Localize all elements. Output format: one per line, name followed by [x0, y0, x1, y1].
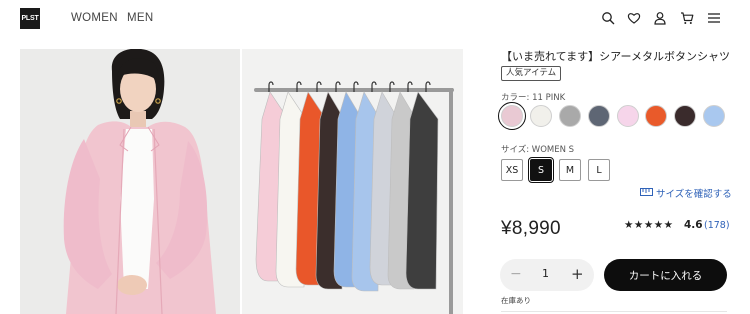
quantity-plus-button[interactable]: + — [571, 265, 584, 283]
nav-men[interactable]: MEN — [127, 12, 153, 24]
rating-value: 4.6 — [684, 219, 703, 231]
product-title: 【いま売れてます】シアーメタルボタンシャツ — [501, 50, 731, 63]
add-to-cart-button[interactable]: カートに入れる — [604, 259, 727, 291]
product-page: PLST WOMEN MEN 【いま売れてます】シアーメタルボタンシャツ 人気ア… — [0, 0, 750, 314]
divider — [501, 311, 727, 312]
user-icon[interactable] — [653, 11, 667, 25]
stock-status: 在庫あり — [501, 296, 531, 305]
popular-badge: 人気アイテム — [501, 66, 562, 81]
shirt-rack-photo[interactable] — [242, 49, 463, 314]
size-guide-link[interactable]: サイズを確認する — [640, 186, 732, 200]
site-logo[interactable]: PLST — [20, 8, 40, 29]
price: ¥8,990 — [501, 218, 561, 239]
color-swatch-7[interactable] — [674, 105, 696, 127]
color-label: カラー: 11 PINK — [501, 93, 566, 103]
quantity-minus-button[interactable]: − — [510, 266, 522, 282]
ruler-icon — [640, 187, 653, 199]
size-s-button[interactable]: S — [528, 157, 554, 183]
menu-icon[interactable] — [707, 11, 721, 25]
star-rating-icon: ★★★★★ — [624, 219, 674, 231]
size-l-button[interactable]: L — [588, 159, 610, 181]
cart-icon[interactable] — [680, 11, 694, 25]
size-xs-button[interactable]: XS — [501, 159, 523, 181]
color-swatch-1[interactable] — [498, 102, 526, 130]
size-m-button[interactable]: M — [559, 159, 581, 181]
color-swatch-2[interactable] — [530, 105, 552, 127]
color-swatch-6[interactable] — [645, 105, 667, 127]
search-icon[interactable] — [601, 11, 615, 25]
review-count-link[interactable]: (178) — [704, 220, 730, 231]
model-photo[interactable] — [20, 49, 240, 314]
quantity-stepper: − 1 + — [500, 259, 594, 291]
quantity-value[interactable]: 1 — [542, 267, 549, 280]
color-swatch-4[interactable] — [588, 105, 610, 127]
color-swatch-3[interactable] — [559, 105, 581, 127]
size-label: サイズ: WOMEN S — [501, 145, 575, 155]
size-guide-label: サイズを確認する — [656, 189, 732, 200]
site-header: PLST WOMEN MEN — [0, 0, 750, 38]
nav-women[interactable]: WOMEN — [71, 12, 118, 24]
heart-icon[interactable] — [627, 11, 641, 25]
color-swatch-8[interactable] — [703, 105, 725, 127]
color-swatch-5[interactable] — [617, 105, 639, 127]
